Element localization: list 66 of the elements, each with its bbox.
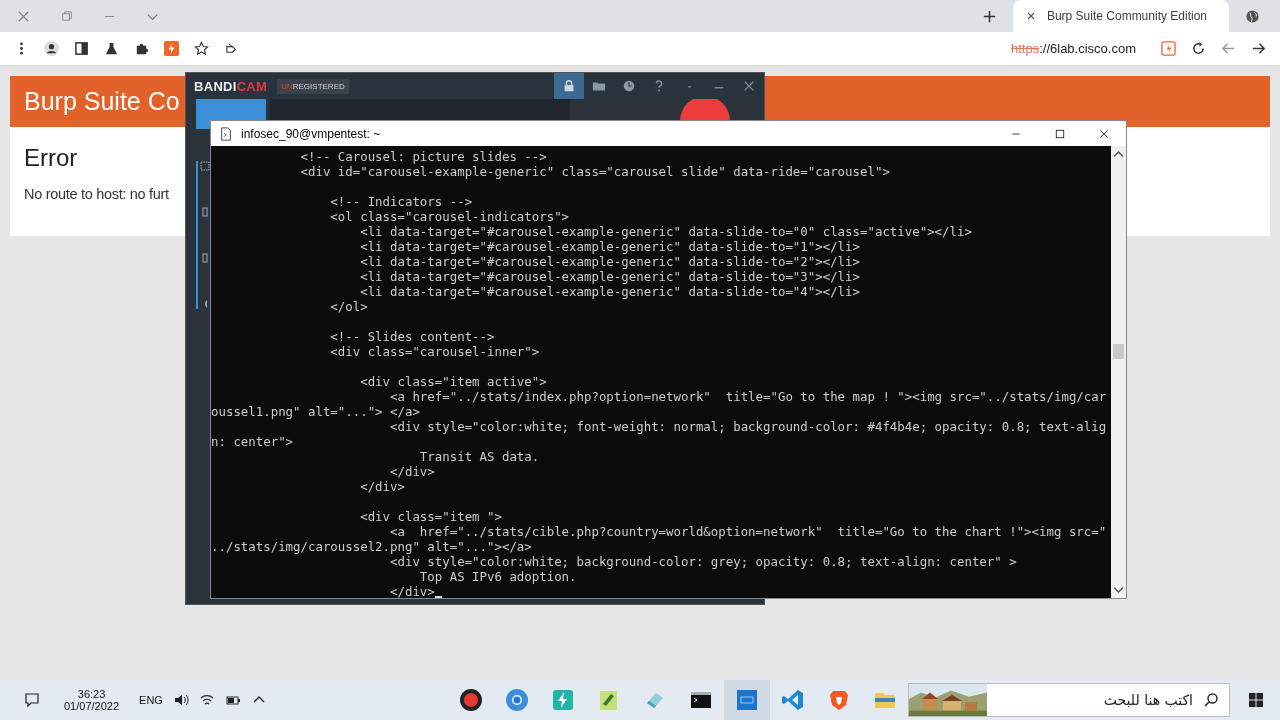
clock-time[interactable]: 36:23 [77,688,106,700]
browser-icon [505,688,529,712]
code-line: <li data-target="#carousel-example-generic" data-slide-to="0" class="active"></li> [359,224,972,239]
window-title: infosec_90@vmpentest: ~ [241,126,381,141]
code-line: <!-- Slides content--> [329,329,495,344]
code-line: <div id="carousel-example-generic" class="carousel slide" data-ride="carousel"> [299,164,890,179]
share-icon[interactable] [224,41,239,56]
tab-title: Burp Suite Community Edition [1046,9,1207,23]
error-heading: Error [24,144,78,172]
extension-icon[interactable] [164,41,179,56]
new-tab-icon[interactable] [981,8,997,24]
code-line: <div style="color:white; background-color: grey; opacity: 0.8; text-align: center" > [389,554,1017,569]
code-line: oussel1.png" alt="..."> </a> [211,404,420,419]
lock-icon[interactable] [554,73,584,99]
search-icon[interactable] [1203,692,1219,708]
browser-tab[interactable]: Burp Suite Community Edition [1012,0,1229,32]
code-line: <li data-target="#carousel-example-generic" data-slide-to="3"></li> [359,269,860,284]
bolt-icon [551,688,575,712]
terminal-icon [219,126,233,141]
code-line: <!-- Indicators --> [329,194,473,209]
search-bar[interactable]: اكتب هنا للبحث [908,683,1230,717]
reload-icon[interactable] [1191,41,1206,56]
code-line: </div> [389,464,435,479]
code-line: <li data-target="#carousel-example-generic" data-slide-to="2"></li> [359,254,860,269]
globe-icon [1245,8,1260,24]
code-line: <ol class="carousel-indicators"> [329,209,570,224]
language-indicator[interactable]: ENG [139,694,163,706]
flask-icon[interactable] [104,41,119,56]
code-line: Transit AS data. [418,449,540,464]
code-line: <div class="item "> [359,509,502,524]
license-badge: UNREGISTERED [277,78,349,94]
extension-icon[interactable] [1161,41,1176,56]
scrollbar-thumb[interactable] [1113,344,1124,359]
code-line: <li data-target="#carousel-example-generic" data-slide-to="1"></li> [359,239,860,254]
bandicam-logo: BANDICAM [194,78,268,94]
code-line: </div> [389,584,435,598]
code-line: Top AS IPv6 adoption. [418,569,577,584]
address-bar[interactable]: https://6lab.cisco.com [1011,41,1136,56]
shield-icon [827,688,851,712]
notification-icon[interactable] [24,692,40,708]
record-icon [459,688,483,712]
window-icon [735,688,759,712]
record-button[interactable] [680,99,730,121]
code-line: <!-- Carousel: picture slides --> [299,149,547,164]
restore-icon[interactable] [59,8,74,24]
error-message: No route to host: no furt [24,186,169,202]
puzzle-icon[interactable] [134,41,149,56]
profile-icon[interactable] [44,41,59,56]
code-editor-icon [781,688,805,712]
code-line: <div class="carousel-inner"> [329,344,540,359]
code-line: </ol> [329,299,368,314]
volume-icon[interactable] [172,692,189,708]
code-line: <a href="../stats/index.php?option=network" title="Go to the map ! "><img src="../stats/img/car [389,389,1107,404]
code-line: <div style="color:white; font-weight: normal; background-color: #4f4b4e; opacity: 0.8; text-alig [389,419,1107,434]
windows-start-icon[interactable] [1248,692,1264,708]
forward-icon[interactable] [1251,41,1266,56]
code-line: n: center"> [211,434,294,449]
code-line: ../stats/img/caroussel2.png" alt="..."></a> [211,539,532,554]
back-icon[interactable] [1221,41,1236,56]
code-line: </div> [359,479,405,494]
search-field[interactable]: اكتب هنا للبحث [987,692,1203,708]
clock-date[interactable]: 01/07/2022 [64,700,120,712]
code-line: <li data-target="#carousel-example-generic" data-slide-to="4"></li> [359,284,860,299]
code-line: <div class="item active"> [359,374,547,389]
code-line: <a href="../stats/cible.php?country=world&option=network" title="Go to the chart !"><img src=" [389,524,1107,539]
star-icon[interactable] [194,41,209,56]
